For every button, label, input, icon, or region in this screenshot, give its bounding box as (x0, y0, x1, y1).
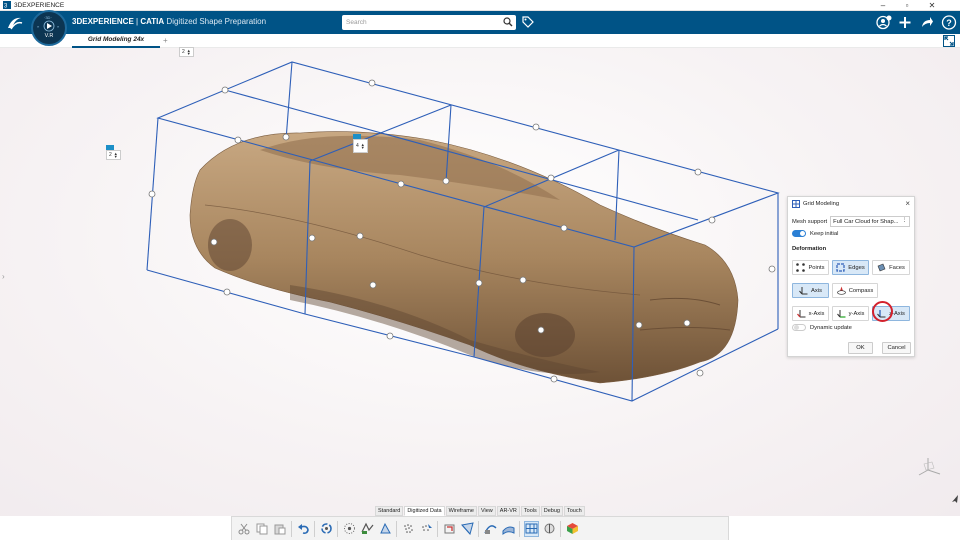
points-label: Points (808, 264, 825, 271)
panel-title: Grid Modeling (803, 201, 840, 207)
spin-left[interactable]: 2 ▲ ▼ (106, 150, 121, 160)
y-axis-label: y-Axis (848, 310, 865, 317)
play-icon: ·3D· » » (37, 15, 60, 32)
view-axes-icon (918, 458, 941, 476)
panel-close-icon[interactable]: × (905, 199, 910, 208)
tab-digitized-data[interactable]: Digitized Data (404, 506, 445, 516)
action-bar (231, 516, 729, 540)
axis-label: Axis (811, 287, 822, 294)
edges-button[interactable]: Edges (832, 260, 869, 275)
toolbar-separator (478, 520, 479, 537)
keep-initial-row: Keep initial (792, 230, 838, 237)
x-axis-icon (796, 310, 806, 318)
keep-initial-label: Keep initial (810, 230, 839, 237)
axis-icon (799, 287, 808, 295)
faces-icon (877, 263, 886, 272)
spin-center-value: 4 (356, 142, 359, 149)
tab-debug[interactable]: Debug (540, 506, 563, 516)
spin-center-marker (353, 134, 361, 139)
svg-text:»: » (57, 24, 60, 29)
compass-version: V.R (44, 33, 54, 39)
deformation-heading: Deformation (792, 246, 827, 252)
activate-icon[interactable] (419, 521, 434, 537)
axis-button[interactable]: Axis (792, 283, 829, 298)
material-icon[interactable] (565, 521, 580, 537)
points-icon (796, 263, 806, 272)
click-highlight (872, 301, 893, 322)
x-axis-label: x-Axis (808, 310, 825, 317)
car-front-wheel (515, 313, 575, 357)
ok-button[interactable]: OK (848, 342, 873, 354)
scan-align-icon[interactable] (442, 521, 457, 537)
cut-icon[interactable] (237, 521, 252, 537)
spin-arrows-icon[interactable]: ▲ ▼ (361, 143, 365, 150)
dynamic-update-label: Dynamic update (810, 324, 852, 331)
undo-icon[interactable] (296, 521, 311, 537)
edges-icon (836, 263, 845, 272)
mesh-support-label: Mesh support (792, 218, 828, 225)
tab-touch[interactable]: Touch (563, 506, 585, 516)
surface-icon[interactable] (501, 521, 516, 537)
dynamic-update-row: Dynamic update (792, 324, 852, 331)
mesh-icon[interactable] (342, 521, 357, 537)
svg-text:·3D·: ·3D· (44, 15, 52, 20)
cancel-button[interactable]: Cancel (882, 342, 911, 354)
curve-icon[interactable] (483, 521, 498, 537)
toolbar-separator (437, 520, 438, 537)
spin-left-marker (106, 145, 114, 150)
toolbar-separator (291, 520, 292, 537)
grid-modeling-panel: Grid Modeling × Mesh support Full Car Cl… (787, 196, 915, 357)
toolbar-separator (519, 520, 520, 537)
tab-ar-vr[interactable]: AR-VR (496, 506, 520, 516)
analysis-icon[interactable] (542, 521, 557, 537)
compass-label: Compass (848, 287, 874, 294)
edges-label: Edges (848, 264, 865, 271)
action-bar-tabs: Standard Digitized Data Wireframe View A… (375, 506, 585, 516)
faces-label: Faces (889, 264, 905, 271)
toolbar-separator (337, 520, 338, 537)
more-options-icon[interactable]: ⋮ (901, 217, 907, 223)
grid-modeling-icon (792, 200, 800, 208)
toolbar-separator (314, 520, 315, 537)
tab-wireframe[interactable]: Wireframe (445, 506, 477, 516)
spin-center[interactable]: 4 ▲ ▼ (353, 139, 368, 153)
compass-icon (836, 286, 846, 295)
left-panel-handle-icon[interactable]: › (2, 272, 5, 281)
panel-header: Grid Modeling (792, 200, 839, 208)
point-cloud-icon[interactable] (401, 521, 416, 537)
tab-view[interactable]: View (477, 506, 496, 516)
spin-arrows-icon[interactable]: ▲ ▼ (114, 152, 118, 159)
compass-button[interactable]: ·3D· » » V.R (31, 10, 67, 46)
x-axis-button[interactable]: x-Axis (792, 306, 829, 321)
spin-left-value: 2 (109, 151, 112, 158)
y-axis-button[interactable]: y-Axis (832, 306, 869, 321)
update-icon[interactable] (319, 521, 334, 537)
mesh-support-value: Full Car Cloud for Shap... (833, 218, 899, 225)
points-button[interactable]: Points (792, 260, 829, 275)
mesh-support-row: Mesh support Full Car Cloud for Shap... … (792, 216, 911, 227)
spin-top[interactable]: 2 ▲ ▼ (179, 47, 194, 57)
tab-standard[interactable]: Standard (375, 506, 404, 516)
mesh-cleaner-icon[interactable] (378, 521, 393, 537)
compass-option-button[interactable]: Compass (832, 283, 878, 298)
cursor-icon (952, 495, 958, 503)
grid-modeling-tool-icon[interactable] (523, 520, 539, 537)
faces-button[interactable]: Faces (872, 260, 910, 275)
copy-icon[interactable] (255, 521, 270, 537)
mesh-support-field[interactable]: Full Car Cloud for Shap... ⋮ (830, 216, 911, 227)
section-icon[interactable] (460, 521, 475, 537)
cloud-import-icon[interactable] (360, 521, 375, 537)
toolbar-separator (396, 520, 397, 537)
toolbar-separator (560, 520, 561, 537)
paste-icon[interactable] (273, 521, 288, 537)
tab-tools[interactable]: Tools (520, 506, 540, 516)
y-axis-icon (836, 310, 846, 318)
spin-arrows-icon[interactable]: ▲ ▼ (187, 49, 191, 56)
spin-top-value: 2 (182, 48, 185, 55)
svg-text:»: » (37, 24, 40, 29)
dynamic-update-toggle[interactable] (792, 324, 806, 331)
keep-initial-toggle[interactable] (792, 230, 806, 237)
